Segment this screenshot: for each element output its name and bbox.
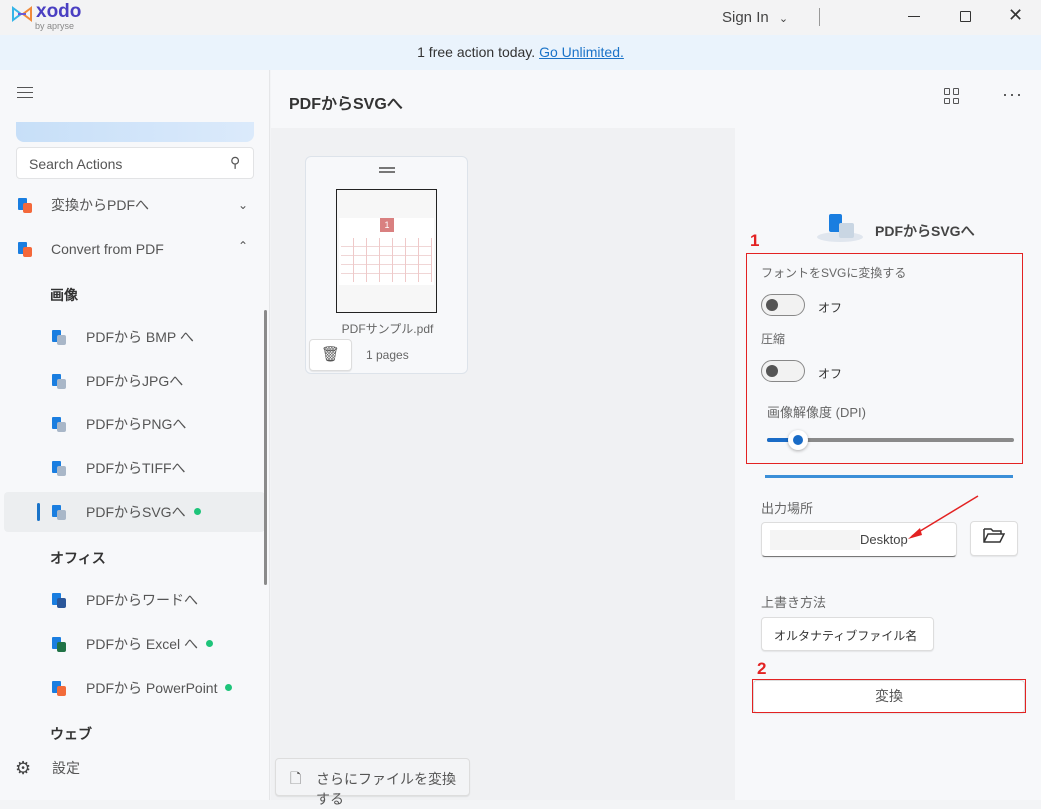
settings-label: 設定 [52,760,80,776]
image-file-icon [52,417,66,432]
drag-handle-icon[interactable] [379,167,395,173]
item-label: PDFからTIFFへ [86,460,186,476]
overwrite-dropdown[interactable]: オルタナティブファイル名 ⌄ [761,617,934,651]
overwrite-label: 上書き方法 [761,595,827,610]
settings-button[interactable]: ⚙ 設定 [0,748,265,788]
item-label: PDFからJPGへ [86,373,184,389]
sidebar-item-png[interactable]: PDFからPNGへ [0,404,265,444]
item-label: PDFからSVGへ [86,492,201,532]
image-file-icon [52,461,66,476]
word-file-icon [52,593,66,608]
section-web: ウェブ [50,726,92,742]
add-files-button[interactable]: 🗋 さらにファイルを変換する [275,758,470,807]
redacted-path [770,530,860,550]
maximize-icon[interactable] [960,11,971,22]
xodo-logo-icon [12,6,32,22]
file-thumbnail: 1 [336,189,437,313]
chevron-up-icon: ⌃ [238,239,249,253]
item-label: PDFから PowerPoint [86,668,233,708]
search-input[interactable]: Search Actions ⚲ [16,147,254,179]
grid-view-icon[interactable] [944,88,960,104]
annotation-box-1 [746,253,1023,464]
calendar-grid [341,238,432,282]
page-count: 1 pages [366,348,409,362]
banner-text: 1 free action today. [417,44,540,60]
new-dot [206,640,214,647]
chevron-down-icon: ⌄ [238,198,249,212]
go-unlimited-link[interactable]: Go Unlimited. [539,44,624,60]
group-convert-to-pdf[interactable]: 変換からPDFへ ⌄ [0,185,265,225]
item-label-text: PDFからSVGへ [86,504,186,520]
annotation-number-2: 2 [757,659,767,678]
svg-file-icon [52,505,66,520]
convert-icon [18,242,32,257]
item-label: PDFからワードへ [86,592,198,608]
minimize-icon[interactable] [908,16,920,17]
section-divider [765,475,1013,478]
chevron-down-icon: ⌄ [908,623,919,637]
sidebar-item-jpg[interactable]: PDFからJPGへ [0,361,265,401]
hamburger-menu-icon[interactable] [17,84,33,102]
item-label-text: PDFから PowerPoint [86,680,218,696]
item-label: PDFからPNGへ [86,416,187,432]
group-label: 変換からPDFへ [51,197,149,213]
item-label: PDFから BMP へ [86,329,194,345]
chevron-down-icon: ⌄ [778,13,789,25]
gear-icon: ⚙ [15,758,32,778]
folder-open-icon [983,528,1006,547]
sidebar-item-excel[interactable]: PDFから Excel へ [0,624,265,664]
sign-in-label: Sign In [722,9,769,26]
annotation-number-1: 1 [750,231,760,250]
file-area: 1 PDFサンプル.pdf 🗑 1 pages 🗋 さらにファイルを変換する [271,128,735,807]
panel-title: PDFからSVGへ [875,223,975,239]
file-name: PDFサンプル.pdf [341,322,434,336]
sidebar-item-tiff[interactable]: PDFからTIFFへ [0,448,265,488]
calendar-day: 1 [380,218,394,232]
output-location-label: 出力場所 [761,501,814,516]
divider [819,8,820,26]
section-office: オフィス [50,550,106,566]
group-convert-from-pdf[interactable]: Convert from PDF ⌃ [0,229,265,269]
search-icon: ⚲ [230,154,241,170]
sidebar-item-word[interactable]: PDFからワードへ [0,580,265,620]
logo-text: xodo [36,1,82,22]
annotation-arrow [908,495,979,539]
powerpoint-file-icon [52,681,66,696]
sidebar: Search Actions ⚲ 変換からPDFへ ⌄ Convert from… [0,70,270,800]
page-title: PDFからSVGへ [289,96,403,113]
active-indicator [37,503,40,521]
annotation-box-2 [752,679,1026,713]
more-options-icon[interactable]: ··· [1002,84,1023,105]
promo-card [16,122,254,142]
file-card[interactable]: 1 PDFサンプル.pdf 🗑 1 pages [305,156,468,374]
sidebar-item-bmp[interactable]: PDFから BMP へ [0,317,265,357]
promo-banner: 1 free action today. Go Unlimited. [0,35,1041,70]
add-file-icon: 🗋 [290,770,302,786]
main-header: PDFからSVGへ ··· [271,70,1041,128]
close-icon[interactable]: ✕ [1008,5,1023,26]
sidebar-scrollbar[interactable] [264,310,267,585]
new-dot [193,508,201,515]
convert-icon [18,198,32,213]
item-label-text: PDFから Excel へ [86,636,199,652]
logo-subtext: by apryse [35,21,75,31]
image-file-icon [52,330,66,345]
add-files-label: さらにファイルを変換する [316,771,456,807]
new-dot [225,684,233,691]
image-file-icon [52,374,66,389]
section-image: 画像 [50,287,78,303]
pdf-to-svg-illustration-icon [817,214,863,242]
item-label: PDFから Excel へ [86,624,214,664]
calendar-preview: 1 [339,218,434,285]
excel-file-icon [52,637,66,652]
search-placeholder: Search Actions [29,156,123,172]
sidebar-item-svg[interactable]: PDFからSVGへ [4,492,265,532]
title-bar: xodo by apryse Sign In ⌄ ✕ [0,0,1041,35]
overwrite-value: オルタナティブファイル名 [774,629,918,643]
sign-in-button[interactable]: Sign In ⌄ [722,9,788,26]
group-label: Convert from PDF [51,241,164,257]
delete-button[interactable]: 🗑 [309,339,352,371]
sidebar-item-powerpoint[interactable]: PDFから PowerPoint [0,668,265,708]
trash-icon: 🗑 [320,346,341,363]
